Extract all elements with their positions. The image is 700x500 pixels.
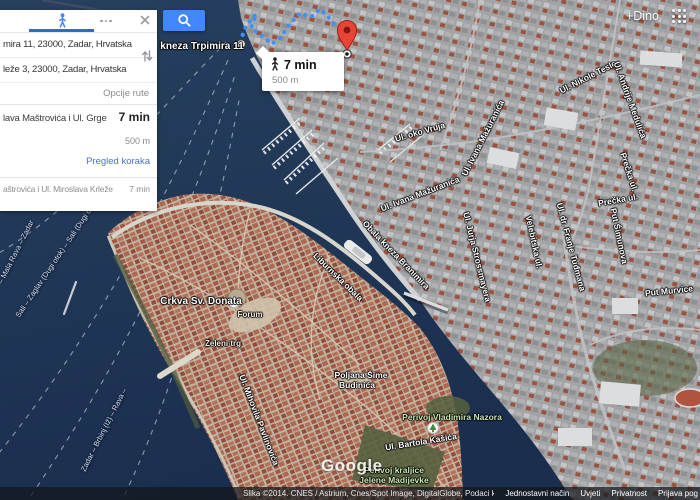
attribution-link[interactable]: Jednostavni način — [505, 489, 569, 498]
endpoint-fields: mira 11, 23000, Zadar, Hrvatska leže 3, … — [0, 33, 157, 83]
attribution-link[interactable]: Prijava pog — [658, 489, 698, 498]
park-tree-poi-icon[interactable] — [428, 423, 439, 434]
route-steps-link[interactable]: Pregled koraka — [3, 156, 150, 167]
alternative-route-row[interactable]: aštrovića i Ul. Miroslava Krleže 7 min — [0, 177, 157, 194]
apps-grid-icon[interactable] — [672, 9, 686, 23]
destination-field[interactable]: leže 3, 23000, Zadar, Hrvatska — [0, 58, 157, 82]
popup-duration: 7 min — [284, 58, 317, 72]
attribution-bar: Slika ©2014. CNES / Astrium, Cnes/Spot I… — [0, 487, 700, 500]
more-travel-modes-button[interactable] — [96, 14, 116, 28]
walking-icon — [57, 13, 68, 29]
monument-poi-icon[interactable] — [229, 297, 240, 308]
route-end-marker[interactable] — [343, 50, 351, 58]
alt-route-duration: 7 min — [129, 184, 150, 194]
google-maps-window: kneza Trpimira 11Ul. oko VrujaUl. Ivana … — [0, 0, 700, 500]
close-directions-button[interactable] — [138, 13, 152, 27]
destination-value: leže 3, 23000, Zadar, Hrvatska — [3, 64, 126, 75]
travel-mode-tabs — [0, 10, 157, 33]
route-popup[interactable]: 7 min 500 m — [262, 52, 344, 91]
google-bar: +Dino — [626, 9, 686, 23]
route-start-marker[interactable] — [237, 40, 246, 49]
swap-endpoints-button[interactable] — [141, 45, 153, 67]
origin-value: mira 11, 23000, Zadar, Hrvatska — [3, 39, 132, 50]
primary-route-distance: 500 m — [3, 136, 150, 146]
alt-route-via: aštrovića i Ul. Miroslava Krleže — [3, 184, 129, 194]
search-button[interactable] — [163, 10, 205, 31]
profile-link[interactable]: +Dino — [626, 9, 659, 23]
attribution-links: Jednostavni način Uvjeti Privatnost Prijava… — [494, 489, 700, 498]
google-logo-watermark[interactable]: Google — [321, 456, 383, 476]
primary-route-duration: 7 min — [119, 110, 150, 124]
map-credits: Slika ©2014. CNES / Astrium, Cnes/Spot I… — [0, 489, 494, 498]
walking-icon — [270, 57, 280, 72]
attribution-link[interactable]: Uvjeti — [580, 489, 600, 498]
origin-field[interactable]: mira 11, 23000, Zadar, Hrvatska — [0, 33, 157, 58]
search-icon — [177, 13, 192, 28]
route-options-link[interactable]: Opcije rute — [0, 83, 157, 105]
directions-panel: mira 11, 23000, Zadar, Hrvatska leže 3, … — [0, 10, 157, 211]
attribution-link[interactable]: Privatnost — [611, 489, 647, 498]
primary-route-via: lava Maštrovića i Ul. Grge — [3, 113, 116, 124]
close-icon — [138, 13, 152, 27]
primary-route-summary[interactable]: lava Maštrovića i Ul. Grge 7 min 500 m P… — [0, 105, 157, 171]
swap-arrows-icon — [141, 45, 153, 67]
tab-walking-mode[interactable] — [52, 12, 72, 30]
active-tab-indicator — [29, 29, 94, 32]
popup-distance: 500 m — [272, 75, 336, 86]
